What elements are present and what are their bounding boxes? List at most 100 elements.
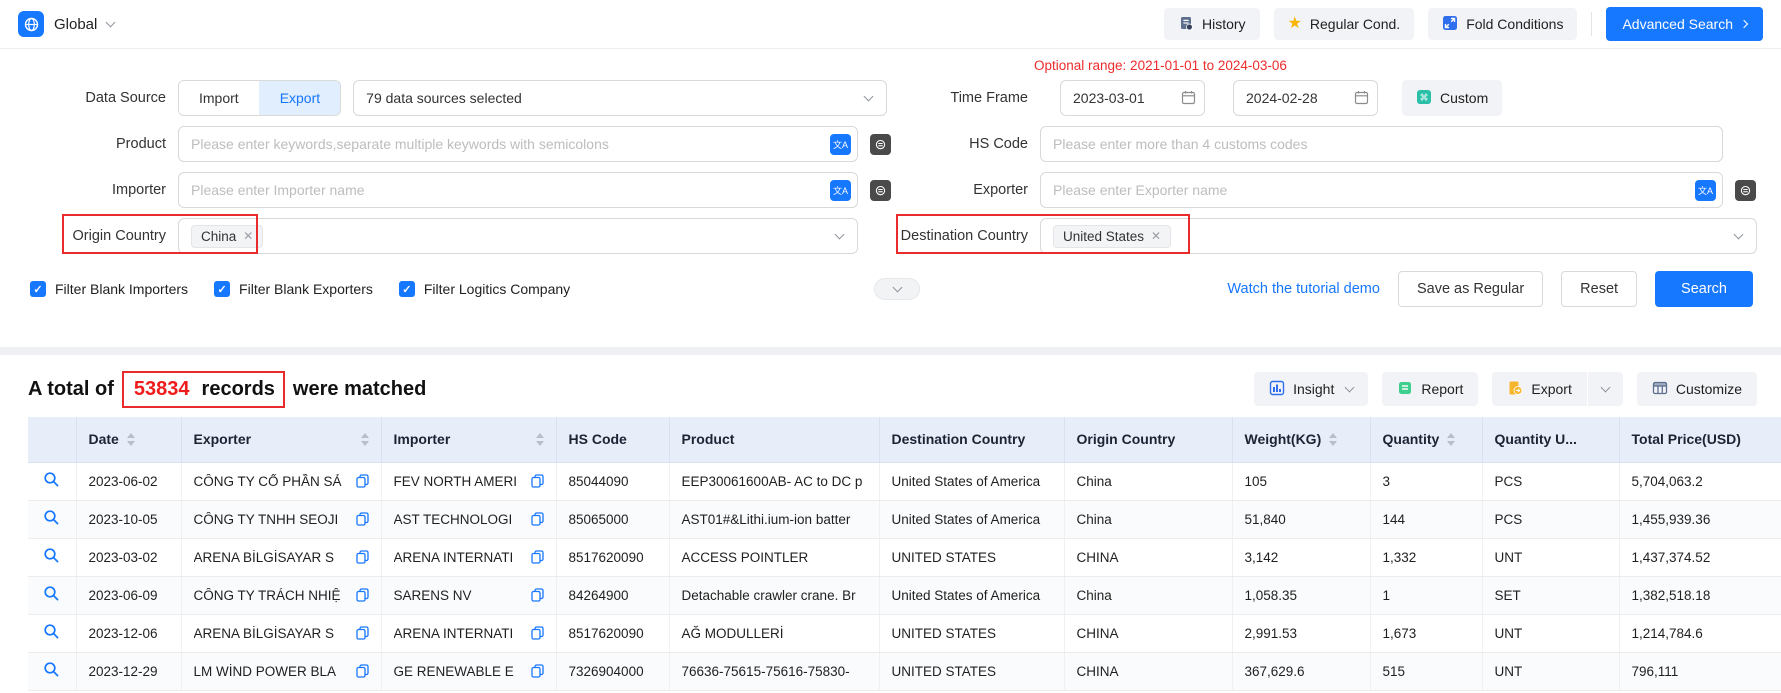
translate-icon[interactable]: 文A: [830, 134, 851, 155]
annotation-box-record-count: 53834 records: [122, 371, 285, 408]
search-button[interactable]: Search: [1655, 271, 1753, 307]
exporter-cell: LM WİND POWER BLA: [181, 652, 381, 690]
filter-logistics-company-checkbox[interactable]: ✓ Filter Logitics Company: [399, 281, 570, 297]
column-header-importer[interactable]: Importer: [381, 417, 556, 462]
search-icon[interactable]: [43, 661, 60, 678]
total-price-cell: 1,437,374.52: [1619, 538, 1781, 576]
end-date-field[interactable]: [1233, 80, 1378, 116]
table-row: 2023-06-09 CÔNG TY TRÁCH NHIỆ SARENS NV …: [28, 576, 1781, 614]
row-detail-cell: [28, 462, 76, 500]
collapse-conditions-toggle[interactable]: [874, 278, 920, 300]
weight-cell: 367,629.6: [1232, 652, 1370, 690]
checkbox-label: Filter Logitics Company: [424, 281, 570, 297]
search-icon[interactable]: [43, 471, 60, 488]
copy-icon[interactable]: [531, 512, 544, 526]
column-header-weight[interactable]: Weight(KG): [1232, 417, 1370, 462]
advanced-search-button[interactable]: Advanced Search: [1606, 7, 1763, 41]
sort-icon[interactable]: [127, 433, 135, 446]
report-button[interactable]: Report: [1382, 372, 1478, 406]
exporter-input[interactable]: [1040, 172, 1723, 208]
sort-icon[interactable]: [361, 433, 369, 446]
column-header-origin-country: Origin Country: [1064, 417, 1232, 462]
custom-range-button[interactable]: ⌘ Custom: [1402, 80, 1502, 116]
importer-input[interactable]: [178, 172, 858, 208]
destination-country-cell: UNITED STATES: [879, 538, 1064, 576]
origin-country-cell: China: [1064, 462, 1232, 500]
search-icon[interactable]: [43, 509, 60, 526]
origin-country-label: Origin Country: [24, 228, 166, 244]
origin-country-cell: CHINA: [1064, 538, 1232, 576]
table-row: 2023-10-05 CÔNG TY TNHH SEOJI AST TECHNO…: [28, 500, 1781, 538]
calendar-icon[interactable]: [1354, 90, 1369, 110]
exporter-cell: CÔNG TY TNHH SEOJI: [181, 500, 381, 538]
chevron-down-icon: [864, 91, 874, 101]
sort-icon[interactable]: [1329, 433, 1337, 446]
data-source-select[interactable]: 79 data sources selected: [353, 80, 887, 116]
product-input[interactable]: [178, 126, 858, 162]
origin-country-select[interactable]: China ✕: [178, 218, 858, 254]
copy-icon[interactable]: [356, 512, 369, 526]
total-price-cell: 1,214,784.6: [1619, 614, 1781, 652]
search-icon[interactable]: [43, 623, 60, 640]
import-segment[interactable]: Import: [179, 81, 259, 115]
copy-icon[interactable]: [531, 474, 544, 488]
remove-tag-icon[interactable]: ✕: [243, 229, 253, 243]
filter-blank-exporters-checkbox[interactable]: ✓ Filter Blank Exporters: [214, 281, 373, 297]
customize-button[interactable]: Customize: [1637, 372, 1757, 406]
copy-icon[interactable]: [356, 474, 369, 488]
exclude-icon[interactable]: ⊜: [1735, 180, 1756, 201]
destination-country-select[interactable]: United States ✕: [1040, 218, 1757, 254]
exclude-icon[interactable]: ⊜: [870, 180, 891, 201]
copy-icon[interactable]: [531, 550, 544, 564]
exclude-icon[interactable]: ⊜: [870, 134, 891, 155]
copy-icon[interactable]: [356, 626, 369, 640]
destination-country-tag-label: United States: [1063, 229, 1144, 244]
exporter-cell: ARENA BİLGİSAYAR S: [181, 538, 381, 576]
data-source-label: Data Source: [24, 90, 166, 106]
remove-tag-icon[interactable]: ✕: [1151, 229, 1161, 243]
export-icon: [1507, 380, 1523, 399]
translate-icon[interactable]: 文A: [1695, 180, 1716, 201]
hs-code-cell: 84264900: [556, 576, 669, 614]
sort-icon[interactable]: [1447, 433, 1455, 446]
column-header-destination-country: Destination Country: [879, 417, 1064, 462]
tutorial-link[interactable]: Watch the tutorial demo: [1227, 281, 1380, 297]
origin-country-cell: CHINA: [1064, 652, 1232, 690]
hs-code-input[interactable]: [1040, 126, 1723, 162]
copy-icon[interactable]: [356, 664, 369, 678]
sort-icon[interactable]: [536, 433, 544, 446]
copy-icon[interactable]: [531, 664, 544, 678]
calendar-icon[interactable]: [1181, 90, 1196, 110]
save-as-regular-button[interactable]: Save as Regular: [1398, 271, 1543, 307]
origin-country-cell: China: [1064, 576, 1232, 614]
copy-icon[interactable]: [356, 550, 369, 564]
quantity-cell: 515: [1370, 652, 1482, 690]
start-date-field[interactable]: [1060, 80, 1205, 116]
column-header-date[interactable]: Date: [76, 417, 181, 462]
fold-conditions-button[interactable]: Fold Conditions: [1428, 8, 1577, 40]
column-header-quantity[interactable]: Quantity: [1370, 417, 1482, 462]
filter-blank-importers-checkbox[interactable]: ✓ Filter Blank Importers: [30, 281, 188, 297]
total-suffix: were matched: [293, 378, 426, 401]
search-icon[interactable]: [43, 585, 60, 602]
export-options-toggle[interactable]: [1587, 372, 1623, 406]
insight-button[interactable]: Insight: [1254, 372, 1368, 406]
column-header-exporter[interactable]: Exporter: [181, 417, 381, 462]
copy-icon[interactable]: [356, 588, 369, 602]
copy-icon[interactable]: [531, 588, 544, 602]
region-selector[interactable]: Global: [18, 11, 114, 37]
copy-icon[interactable]: [531, 626, 544, 640]
origin-country-cell: CHINA: [1064, 614, 1232, 652]
quantity-unit-cell: SET: [1482, 576, 1619, 614]
export-segment[interactable]: Export: [259, 81, 340, 115]
export-button[interactable]: Export: [1492, 372, 1586, 406]
history-button[interactable]: History: [1164, 8, 1260, 40]
reset-button[interactable]: Reset: [1561, 271, 1637, 307]
regular-cond-button[interactable]: ★ Regular Cond.: [1274, 8, 1415, 40]
product-cell: AĞ MODULLERİ: [669, 614, 879, 652]
quantity-cell: 3: [1370, 462, 1482, 500]
destination-country-tag: United States ✕: [1053, 225, 1171, 248]
search-icon[interactable]: [43, 547, 60, 564]
translate-icon[interactable]: 文A: [830, 180, 851, 201]
destination-country-cell: United States of America: [879, 500, 1064, 538]
